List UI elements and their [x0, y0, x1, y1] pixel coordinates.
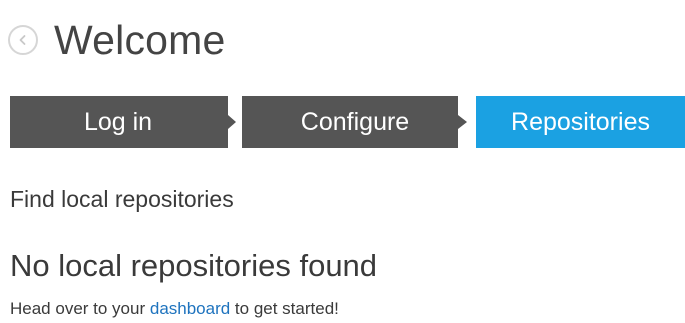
section-subtitle: Find local repositories — [10, 186, 234, 212]
step-login-label: Log in — [83, 108, 153, 136]
message-suffix: to get started! — [230, 299, 339, 318]
step-configure[interactable]: Configure — [242, 96, 467, 148]
step-configure-label: Configure — [300, 108, 410, 136]
dashboard-link[interactable]: dashboard — [150, 299, 230, 318]
back-button[interactable] — [8, 25, 38, 55]
page-title: Welcome — [54, 17, 226, 63]
chevron-left-icon — [17, 34, 29, 46]
step-repositories[interactable]: Repositories — [476, 96, 685, 148]
message-prefix: Head over to your — [10, 299, 150, 318]
empty-state-title: No local repositories found — [10, 248, 378, 283]
step-login[interactable]: Log in — [10, 96, 236, 148]
step-repositories-label: Repositories — [511, 108, 650, 136]
wizard-steps: Log in Configure Repositories — [0, 96, 685, 148]
empty-state-message: Head over to your dashboard to get start… — [10, 299, 339, 319]
header: Welcome — [8, 14, 226, 66]
